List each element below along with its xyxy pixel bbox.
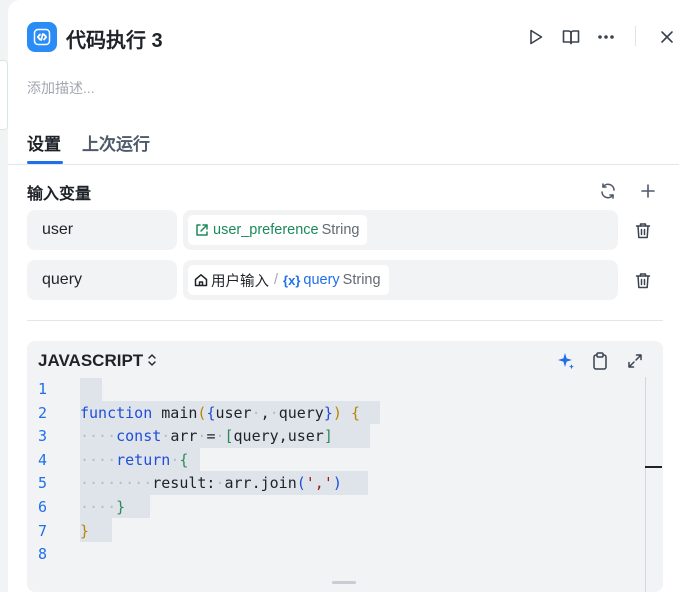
ai-generate-button[interactable]: [555, 350, 577, 372]
active-tab-indicator: [27, 161, 63, 164]
close-panel-button[interactable]: [656, 26, 678, 48]
description-input[interactable]: 添加描述...: [27, 78, 95, 98]
variable-value-selector[interactable]: user_preference String: [183, 210, 618, 250]
panel-header: 代码执行 3: [8, 0, 679, 70]
more-dots-icon: [598, 35, 614, 39]
line-number: 5: [38, 474, 48, 492]
expand-icon: [628, 354, 642, 368]
variable-value-selector[interactable]: 用户输入 / {x} query String: [183, 260, 618, 300]
path-separator: /: [274, 272, 279, 288]
variable-value-label: query: [303, 272, 340, 288]
variable-type-label: String: [321, 222, 360, 238]
variable-name-input[interactable]: query: [27, 260, 177, 300]
plus-icon: [641, 184, 655, 198]
add-variable-button[interactable]: [637, 180, 659, 202]
copy-code-button[interactable]: [589, 350, 611, 372]
line-number: 7: [38, 522, 48, 540]
variable-row-query: query 用户输入 / {x} query String: [27, 260, 651, 300]
line-number: 2: [38, 404, 48, 422]
close-icon: [661, 31, 673, 43]
sparkle-icon: [558, 353, 574, 370]
delete-variable-button[interactable]: [632, 269, 654, 291]
code-line: ····const·arr·=·[query,user]: [80, 427, 333, 445]
node-title[interactable]: 代码执行 3: [66, 24, 163, 53]
line-number: 8: [38, 545, 48, 563]
delete-variable-button[interactable]: [632, 219, 654, 241]
header-divider: [635, 26, 636, 46]
line-number: 1: [38, 380, 48, 398]
code-line: function main({user·,·query}) {: [80, 404, 360, 422]
code-line: ····return·{: [80, 451, 189, 469]
variable-source-label: 用户输入: [211, 273, 269, 290]
code-line: ········result:·arr.join(','): [80, 474, 342, 492]
trash-icon: [635, 272, 651, 288]
sort-arrows-icon[interactable]: [147, 353, 157, 372]
selection-highlight: [80, 378, 102, 401]
variable-icon: {x}: [283, 272, 301, 288]
language-selector[interactable]: JAVASCRIPT: [38, 351, 143, 371]
variable-row-user: user user_preference String: [27, 210, 651, 250]
input-variables-title: 输入变量: [27, 186, 92, 203]
help-doc-button[interactable]: [560, 26, 582, 48]
tab-settings[interactable]: 设置: [27, 130, 61, 155]
expand-editor-button[interactable]: [624, 350, 646, 372]
code-editor: JAVASCRIPT 1 2 3 4 5 6 7 8 function main…: [27, 341, 663, 592]
variable-value-label: user_preference: [213, 222, 319, 238]
code-node-icon: [27, 22, 57, 52]
variable-link-icon: [196, 224, 208, 236]
line-number: 4: [38, 451, 48, 469]
code-line: }: [80, 522, 90, 540]
section-divider: [27, 320, 663, 321]
panel-tabs: 设置 上次运行: [8, 118, 679, 165]
editor-scrollbar-thumb[interactable]: [645, 466, 662, 468]
editor-resize-handle[interactable]: [332, 581, 356, 584]
code-content[interactable]: 1 2 3 4 5 6 7 8 function main({user·,·qu…: [27, 377, 645, 577]
trash-icon: [635, 222, 651, 238]
line-number: 6: [38, 498, 48, 516]
book-icon: [562, 30, 580, 45]
tab-last-run[interactable]: 上次运行: [82, 130, 150, 155]
sync-variables-button[interactable]: [597, 180, 619, 202]
refresh-icon: [601, 183, 615, 199]
variable-type-label: String: [342, 272, 381, 288]
variable-chip[interactable]: 用户输入 / {x} query String: [188, 265, 389, 295]
run-node-button[interactable]: [525, 26, 547, 48]
line-number: 3: [38, 427, 48, 445]
home-icon: [194, 274, 208, 287]
variable-chip[interactable]: user_preference String: [188, 215, 368, 245]
code-line: ····}: [80, 498, 126, 516]
variable-name-input[interactable]: user: [27, 210, 177, 250]
play-icon: [530, 29, 543, 45]
editor-scrollbar[interactable]: [645, 377, 646, 592]
more-options-button[interactable]: [595, 26, 617, 48]
canvas-edge: [0, 60, 8, 130]
node-settings-panel: 代码执行 3 添加描述... 设置 上次运行 输入变量 user user_pr…: [8, 0, 679, 592]
clipboard-icon: [593, 352, 607, 370]
